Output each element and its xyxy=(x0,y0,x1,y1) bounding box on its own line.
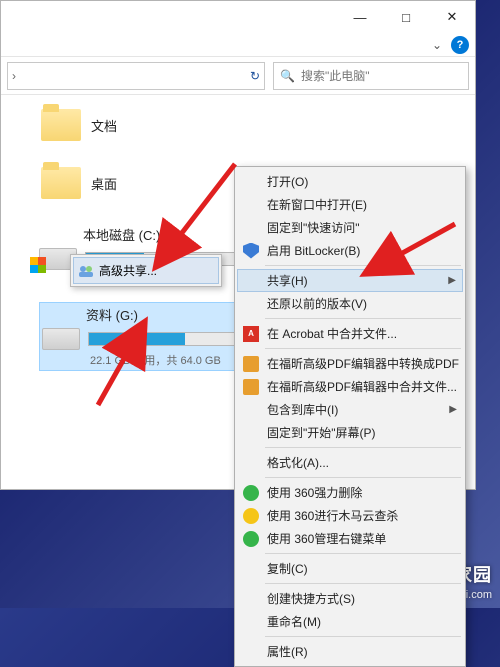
menu-foxit-convert[interactable]: 在福昕高级PDF编辑器中转换成PDF xyxy=(237,352,463,375)
menu-advanced-sharing[interactable]: 高级共享... xyxy=(73,257,219,284)
menu-restore-previous[interactable]: 还原以前的版本(V) xyxy=(237,292,463,315)
menu-acrobat-combine[interactable]: 在 Acrobat 中合并文件... xyxy=(237,322,463,345)
drive-g[interactable]: 资料 (G:) 22.1 GB 可用，共 64.0 GB xyxy=(39,302,239,371)
menu-copy[interactable]: 复制(C) xyxy=(237,557,463,580)
menu-label: 高级共享... xyxy=(99,262,157,279)
drive-icon xyxy=(42,328,80,350)
menu-separator xyxy=(265,447,461,448)
folder-icon xyxy=(41,109,81,141)
menu-create-shortcut[interactable]: 创建快捷方式(S) xyxy=(237,587,463,610)
help-icon[interactable]: ? xyxy=(451,36,469,54)
menu-360-manage[interactable]: 使用 360管理右键菜单 xyxy=(237,527,463,550)
share-submenu: 高级共享... xyxy=(70,254,222,287)
drive-usage-meter xyxy=(88,332,236,346)
titlebar: — □ ✕ xyxy=(1,1,475,33)
menu-separator xyxy=(265,318,461,319)
search-icon: 🔍 xyxy=(280,69,295,83)
breadcrumb-chevron-icon: › xyxy=(12,69,16,83)
menu-format[interactable]: 格式化(A)... xyxy=(237,451,463,474)
menu-bitlocker[interactable]: 启用 BitLocker(B) xyxy=(237,239,463,262)
menu-separator xyxy=(265,477,461,478)
maximize-button[interactable]: □ xyxy=(383,1,429,33)
drive-subtext: 22.1 GB 可用，共 64.0 GB xyxy=(90,352,236,368)
minimize-button[interactable]: — xyxy=(337,1,383,33)
q360-icon xyxy=(243,485,259,501)
menu-include-library[interactable]: 包含到库中(I)▶ xyxy=(237,398,463,421)
close-button[interactable]: ✕ xyxy=(429,1,475,33)
menu-open[interactable]: 打开(O) xyxy=(237,170,463,193)
menu-share[interactable]: 共享(H)▶ xyxy=(237,269,463,292)
submenu-arrow-icon: ▶ xyxy=(448,275,456,286)
menu-360-scan[interactable]: 使用 360进行木马云查杀 xyxy=(237,504,463,527)
refresh-icon[interactable]: ↻ xyxy=(250,69,260,83)
q360-icon xyxy=(243,508,259,524)
menu-properties[interactable]: 属性(R) xyxy=(237,640,463,663)
folder-label: 文档 xyxy=(91,116,117,135)
menu-separator xyxy=(265,636,461,637)
menu-open-new-window[interactable]: 在新窗口中打开(E) xyxy=(237,193,463,216)
context-menu: 打开(O) 在新窗口中打开(E) 固定到"快速访问" 启用 BitLocker(… xyxy=(234,166,466,667)
menu-separator xyxy=(265,583,461,584)
foxit-icon xyxy=(243,379,259,395)
users-icon xyxy=(78,263,94,279)
address-bar[interactable]: › ↻ xyxy=(7,62,265,90)
menu-separator xyxy=(265,265,461,266)
drive-name: 本地磁盘 (C:) xyxy=(83,225,239,244)
folder-label: 桌面 xyxy=(91,174,117,193)
drive-name: 资料 (G:) xyxy=(86,305,236,324)
menu-separator xyxy=(265,348,461,349)
address-row: › ↻ 🔍 搜索"此电脑" xyxy=(1,57,475,95)
folder-documents[interactable]: 文档 xyxy=(39,103,465,147)
drive-usage-fill xyxy=(89,333,185,345)
menu-separator xyxy=(265,553,461,554)
foxit-icon xyxy=(243,356,259,372)
ribbon-strip: ⌄ ? xyxy=(1,33,475,57)
menu-360-delete[interactable]: 使用 360强力删除 xyxy=(237,481,463,504)
submenu-arrow-icon: ▶ xyxy=(449,404,457,415)
search-input[interactable]: 🔍 搜索"此电脑" xyxy=(273,62,469,90)
search-placeholder: 搜索"此电脑" xyxy=(301,67,370,84)
folder-icon xyxy=(41,167,81,199)
menu-rename[interactable]: 重命名(M) xyxy=(237,610,463,633)
acrobat-icon xyxy=(243,326,259,342)
ribbon-collapse-icon[interactable]: ⌄ xyxy=(427,35,447,55)
shield-icon xyxy=(243,243,259,259)
menu-pin-quick-access[interactable]: 固定到"快速访问" xyxy=(237,216,463,239)
menu-pin-start[interactable]: 固定到"开始"屏幕(P) xyxy=(237,421,463,444)
menu-foxit-merge[interactable]: 在福昕高级PDF编辑器中合并文件... xyxy=(237,375,463,398)
q360-icon xyxy=(243,531,259,547)
